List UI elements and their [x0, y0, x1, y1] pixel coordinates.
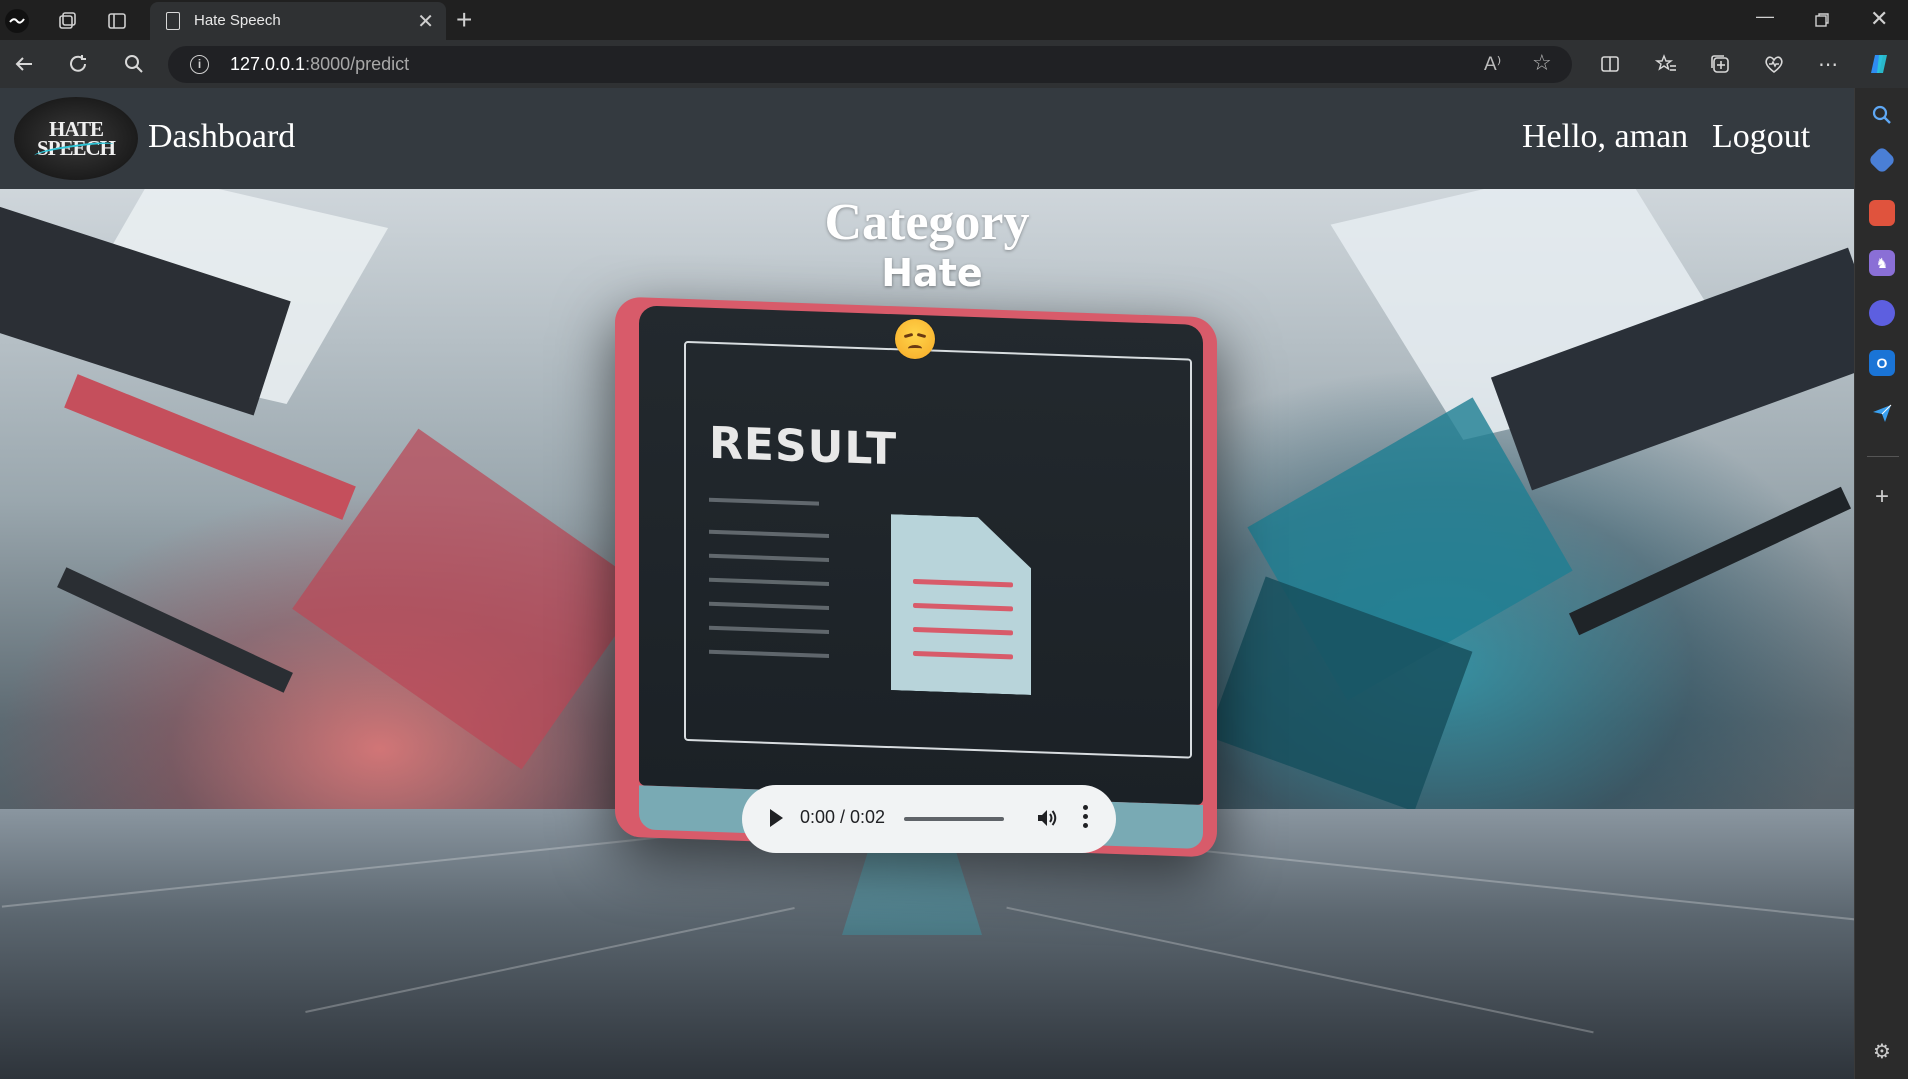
collections-icon[interactable]: [1706, 50, 1734, 78]
sad-face-icon: [895, 319, 935, 359]
games-chess-icon[interactable]: ♞: [1869, 250, 1895, 276]
microsoft-365-icon[interactable]: [1869, 300, 1895, 326]
audio-player[interactable]: 0:00 / 0:02: [742, 785, 1116, 853]
close-window-icon[interactable]: ✕: [1870, 6, 1888, 32]
logout-link[interactable]: Logout: [1712, 118, 1810, 156]
url-text[interactable]: 127.0.0.1:8000/predict: [230, 54, 409, 75]
search-icon[interactable]: [120, 50, 148, 78]
user-greeting: Hello, aman: [1522, 118, 1689, 155]
site-info-icon[interactable]: i: [190, 55, 209, 74]
drop-send-icon[interactable]: [1869, 400, 1895, 426]
monitor-screen: RESULT: [639, 305, 1203, 806]
category-heading: Category: [824, 194, 1030, 251]
volume-icon[interactable]: [1034, 805, 1060, 831]
decor-shard: [292, 428, 648, 770]
site-navbar: HATE SPEECH Dashboard Hello, aman Logout: [0, 88, 1854, 189]
tab-hate-speech[interactable]: Hate Speech ✕: [150, 2, 446, 40]
result-hero-background: RESULT Category Hate 0:00 / 0:02: [0, 189, 1854, 1079]
page-icon: [166, 12, 180, 30]
minimize-icon[interactable]: —: [1756, 6, 1774, 27]
screen-result-title: RESULT: [709, 417, 898, 476]
shopping-tag-icon[interactable]: [1867, 145, 1897, 175]
read-aloud-icon[interactable]: A⁾: [1484, 53, 1501, 76]
new-tab-button[interactable]: +: [456, 4, 472, 36]
split-screen-icon[interactable]: [1596, 50, 1624, 78]
address-bar[interactable]: i 127.0.0.1:8000/predict A⁾ ☆: [168, 46, 1572, 83]
close-tab-icon[interactable]: ✕: [417, 9, 434, 34]
favorites-icon[interactable]: [1652, 50, 1680, 78]
outlook-icon[interactable]: O: [1869, 350, 1895, 376]
refresh-icon[interactable]: [64, 50, 92, 78]
site-logo[interactable]: HATE SPEECH: [14, 97, 138, 180]
tab-title: Hate Speech: [194, 12, 281, 29]
add-sidebar-app-icon[interactable]: +: [1869, 483, 1895, 510]
dashboard-link[interactable]: Dashboard: [148, 118, 295, 156]
category-value: Hate: [881, 251, 983, 295]
tools-briefcase-icon[interactable]: [1869, 200, 1895, 226]
monitor-illustration: RESULT: [615, 296, 1217, 858]
workspaces-icon[interactable]: [54, 8, 80, 34]
edge-sidebar: ♞ O + ⚙: [1854, 88, 1908, 1079]
restore-icon[interactable]: [1814, 6, 1830, 33]
favorite-star-icon[interactable]: ☆: [1532, 50, 1552, 76]
page-viewport: HATE SPEECH Dashboard Hello, aman Logout: [0, 88, 1854, 1079]
back-icon[interactable]: [10, 50, 38, 78]
decor-shard: [57, 567, 293, 693]
browser-toolbar: i 127.0.0.1:8000/predict A⁾ ☆ ⋯: [0, 40, 1908, 88]
browser-titlebar: Hate Speech ✕ + — ✕: [0, 0, 1908, 40]
copilot-icon[interactable]: [1866, 50, 1894, 78]
audio-time: 0:00 / 0:02: [800, 807, 886, 827]
vertical-tabs-icon[interactable]: [104, 8, 130, 34]
sidebar-search-icon[interactable]: [1869, 102, 1895, 128]
more-options-icon[interactable]: ⋯: [1814, 50, 1842, 78]
sidebar-divider: [1867, 456, 1899, 457]
profile-icon[interactable]: [4, 8, 30, 34]
play-icon[interactable]: [770, 809, 783, 827]
sidebar-settings-icon[interactable]: ⚙: [1869, 1038, 1895, 1064]
audio-more-options-icon[interactable]: [1082, 803, 1088, 833]
browser-essentials-icon[interactable]: [1760, 50, 1788, 78]
audio-progress-bar[interactable]: [904, 817, 1004, 821]
decor-shard: [1568, 486, 1852, 636]
